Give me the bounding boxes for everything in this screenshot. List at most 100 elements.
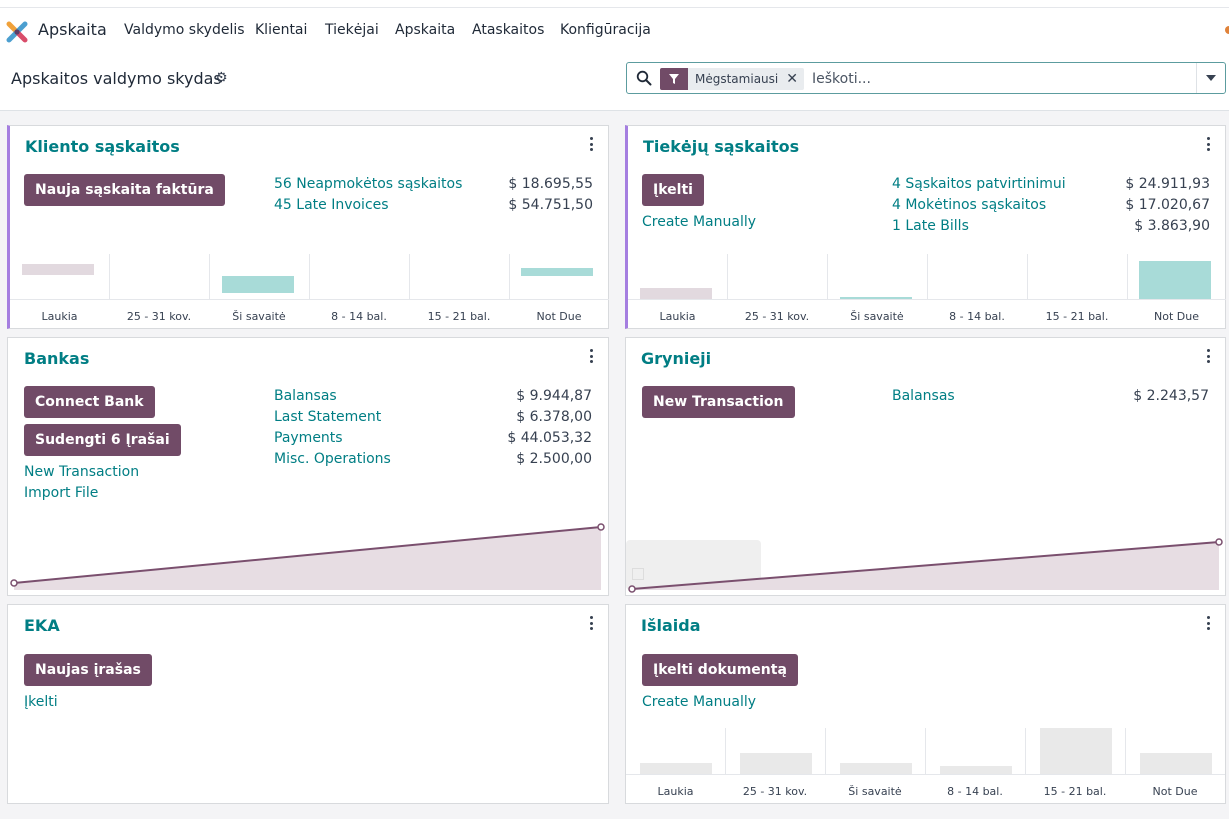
bar-this-week[interactable]	[222, 276, 294, 293]
nav-customers[interactable]: Klientai	[255, 22, 307, 38]
search-icon[interactable]	[636, 70, 652, 86]
card-title[interactable]: Grynieji	[641, 349, 711, 368]
bills-to-validate-amount: $ 24.911,93	[1125, 176, 1210, 192]
nav-dashboard[interactable]: Valdymo skydelis	[124, 22, 245, 38]
misc-operations-link[interactable]: Misc. Operations	[274, 451, 391, 467]
balance-link[interactable]: Balansas	[274, 388, 337, 404]
create-manually-link[interactable]: Create Manually	[642, 214, 756, 230]
bar-not-due[interactable]	[521, 268, 593, 276]
expense-bar-chart[interactable]: Laukia 25 - 31 kov. Ši savaitė 8 - 14 ba…	[626, 728, 1225, 803]
card-menu-icon[interactable]	[588, 616, 594, 630]
payments-link[interactable]: Payments	[274, 430, 343, 446]
close-icon[interactable]: ✕	[786, 68, 804, 90]
new-transaction-button[interactable]: New Transaction	[642, 386, 795, 418]
card-menu-icon[interactable]	[1205, 349, 1211, 363]
axis-label: Laukia	[659, 310, 696, 323]
unpaid-invoices-link[interactable]: 56 Neapmokėtos sąskaitos	[274, 176, 462, 192]
cash-card: Grynieji New Transaction Balansas $ 2.24…	[625, 337, 1226, 596]
bar-not-due[interactable]	[1139, 261, 1211, 299]
axis-label: 25 - 31 kov.	[742, 785, 808, 798]
new-invoice-button[interactable]: Nauja sąskaita faktūra	[24, 174, 225, 206]
unpaid-invoices-amount: $ 18.695,55	[508, 176, 593, 192]
upload-button[interactable]: Įkelti	[642, 174, 704, 206]
bar-placeholder	[840, 763, 912, 774]
balance-point[interactable]	[10, 579, 18, 587]
bank-balance-line-chart[interactable]	[8, 518, 608, 596]
card-title[interactable]: EKA	[24, 616, 60, 635]
balance-link[interactable]: Balansas	[892, 388, 955, 404]
new-transaction-link[interactable]: New Transaction	[24, 464, 139, 480]
balance-point[interactable]	[628, 585, 636, 593]
card-title[interactable]: Išlaida	[641, 616, 701, 635]
axis-label: 15 - 21 bal.	[1043, 785, 1107, 798]
card-menu-icon[interactable]	[1205, 616, 1211, 630]
last-statement-link[interactable]: Last Statement	[274, 409, 381, 425]
axis-label: Not Due	[1152, 785, 1198, 798]
search-bar[interactable]: Mėgstamiausi ✕	[626, 62, 1226, 94]
axis-label: 25 - 31 kov.	[126, 310, 192, 323]
create-manually-link[interactable]: Create Manually	[642, 694, 756, 710]
upload-link[interactable]: Įkelti	[24, 694, 58, 710]
filter-icon	[660, 68, 688, 90]
axis-label: Ši savaitė	[232, 310, 286, 323]
new-entry-button[interactable]: Naujas įrašas	[24, 654, 152, 686]
import-file-link[interactable]: Import File	[24, 485, 98, 501]
app-name[interactable]: Apskaita	[38, 20, 107, 39]
card-menu-icon[interactable]	[1205, 137, 1211, 151]
axis-label: 8 - 14 bal.	[331, 310, 387, 323]
user-avatar-edge[interactable]	[1225, 26, 1229, 34]
axis-label: Ši savaitė	[850, 310, 904, 323]
bar-this-week[interactable]	[840, 297, 912, 299]
last-statement-amount: $ 6.378,00	[516, 409, 592, 425]
nav-configuration[interactable]: Konfigūracija	[560, 22, 651, 38]
cash-balance-line-chart[interactable]	[626, 533, 1225, 595]
late-bills-amount: $ 3.863,90	[1134, 218, 1210, 234]
axis-label: Ši savaitė	[848, 785, 902, 798]
nav-reports[interactable]: Ataskaitos	[472, 22, 544, 38]
axis-label: 15 - 21 bal.	[1045, 310, 1109, 323]
customer-invoices-card: Kliento sąskaitos Nauja sąskaita faktūra…	[7, 125, 609, 329]
card-title[interactable]: Bankas	[24, 349, 89, 368]
control-panel: Apskaitos valdymo skydas ⚙ Mėgstamiausi …	[0, 54, 1229, 111]
bar-placeholder	[940, 766, 1012, 774]
balance-area	[14, 527, 601, 590]
gear-icon[interactable]: ⚙	[215, 70, 228, 86]
axis-label: 8 - 14 bal.	[949, 310, 1005, 323]
search-input[interactable]	[812, 68, 1192, 90]
bills-to-pay-link[interactable]: 4 Mokėtinos sąskaitos	[892, 197, 1046, 213]
main-navbar: Apskaita Valdymo skydelis Klientai Tiekė…	[0, 8, 1229, 54]
card-title[interactable]: Kliento sąskaitos	[25, 137, 180, 156]
balance-point[interactable]	[597, 523, 605, 531]
card-title[interactable]: Tiekėjų sąskaitos	[643, 137, 799, 156]
bar-placeholder	[1140, 753, 1212, 774]
caret-down-icon	[1206, 75, 1216, 81]
nav-accounting[interactable]: Apskaita	[395, 22, 455, 38]
bills-bar-chart[interactable]: Laukia 25 - 31 kov. Ši savaitė 8 - 14 ba…	[628, 254, 1226, 329]
bar-overdue[interactable]	[22, 264, 94, 275]
late-bills-link[interactable]: 1 Late Bills	[892, 218, 969, 234]
bar-placeholder	[640, 763, 712, 774]
connect-bank-button[interactable]: Connect Bank	[24, 386, 155, 418]
balance-point[interactable]	[1215, 538, 1223, 546]
upload-document-button[interactable]: Įkelti dokumentą	[642, 654, 798, 686]
axis-label: Not Due	[536, 310, 582, 323]
invoices-bar-chart[interactable]: Laukia 25 - 31 kov. Ši savaitė 8 - 14 ba…	[10, 254, 609, 329]
late-invoices-link[interactable]: 45 Late Invoices	[274, 197, 389, 213]
axis-label: 15 - 21 bal.	[427, 310, 491, 323]
nav-vendors[interactable]: Tiekėjai	[325, 22, 379, 38]
search-options-toggle[interactable]	[1196, 63, 1225, 93]
card-menu-icon[interactable]	[588, 349, 594, 363]
axis-label: Not Due	[1154, 310, 1199, 323]
favorites-facet[interactable]: Mėgstamiausi ✕	[660, 68, 804, 90]
reconcile-button[interactable]: Sudengti 6 Įrašai	[24, 424, 181, 456]
payments-amount: $ 44.053,32	[507, 430, 592, 446]
bar-placeholder	[1040, 728, 1112, 774]
bar-placeholder	[740, 753, 812, 774]
card-menu-icon[interactable]	[588, 137, 594, 151]
bills-to-validate-link[interactable]: 4 Sąskaitos patvirtinimui	[892, 176, 1066, 192]
eka-card: EKA Naujas įrašas Įkelti	[7, 604, 609, 804]
facet-label: Mėgstamiausi	[695, 72, 779, 86]
accounting-app-icon[interactable]	[6, 21, 28, 43]
axis-label: 25 - 31 kov.	[744, 310, 810, 323]
bar-overdue[interactable]	[640, 288, 712, 299]
